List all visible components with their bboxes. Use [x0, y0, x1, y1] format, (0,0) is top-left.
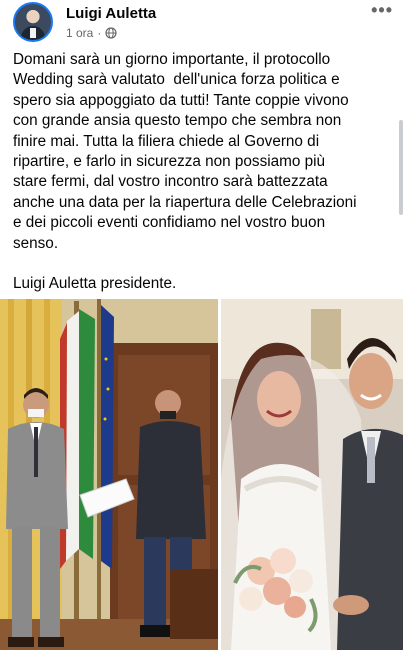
scrollbar[interactable]: [399, 120, 403, 215]
photo-office-meeting[interactable]: [0, 299, 218, 650]
wedding-scene-illustration: [221, 299, 403, 650]
post-header: Luigi Auletta 1 ora · •••: [0, 0, 403, 44]
more-options-icon[interactable]: •••: [371, 0, 393, 21]
office-scene-illustration: [0, 299, 218, 650]
post-meta: 1 ora ·: [66, 26, 117, 40]
author-avatar[interactable]: [13, 2, 53, 42]
photo-wedding-couple[interactable]: [221, 299, 403, 650]
author-name[interactable]: Luigi Auletta: [66, 5, 156, 22]
meta-separator: ·: [97, 26, 102, 40]
globe-icon[interactable]: [105, 27, 117, 39]
post-time[interactable]: 1 ora: [66, 26, 93, 40]
post-text: Domani sarà un giorno importante, il pro…: [13, 51, 357, 293]
